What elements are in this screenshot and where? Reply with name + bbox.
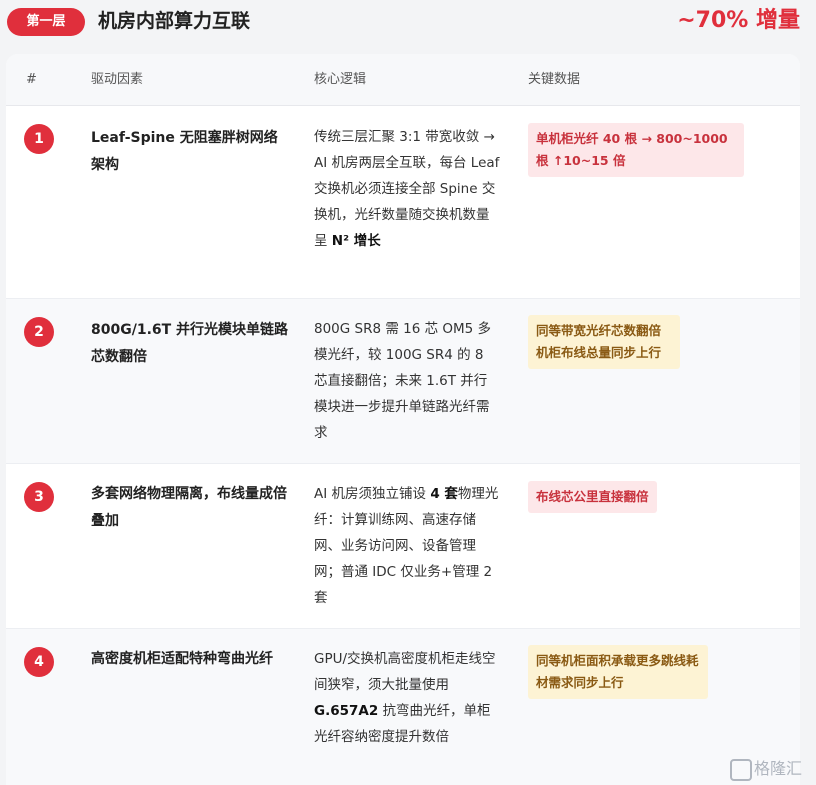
key-data-tag: 同等带宽光纤芯数翻倍 机柜布线总量同步上行 — [528, 315, 680, 369]
watermark-text: 格隆汇 — [754, 759, 803, 778]
section-title: 机房内部算力互联 — [98, 10, 251, 32]
driver-factor: 高密度机柜适配特种弯曲光纤 — [91, 651, 273, 667]
headline-stat: ~70% 增量 — [677, 8, 800, 33]
row-number-badge: 3 — [24, 482, 54, 512]
core-logic: GPU/交换机高密度机柜走线空间狭窄，须大批量使用 G.657A2 抗弯曲光纤，… — [314, 651, 496, 745]
table-row: 2 800G/1.6T 并行光模块单链路芯数翻倍 800G SR8 需 16 芯… — [6, 299, 800, 464]
column-header-index: # — [26, 72, 37, 87]
core-logic: 800G SR8 需 16 芯 OM5 多模光纤，较 100G SR4 的 8 … — [314, 321, 492, 441]
watermark: 格隆汇 — [730, 755, 802, 781]
table-row: 1 Leaf-Spine 无阻塞胖树网络架构 传统三层汇聚 3:1 带宽收敛 →… — [6, 106, 800, 299]
column-header-factor: 驱动因素 — [91, 72, 144, 87]
row-number-badge: 4 — [24, 647, 54, 677]
table-row: 3 多套网络物理隔离，布线量成倍叠加 AI 机房须独立铺设 4 套物理光纤：计算… — [6, 464, 800, 629]
section-header: 第一层 机房内部算力互联 ~70% 增量 — [0, 0, 816, 44]
core-logic: 传统三层汇聚 3:1 带宽收敛 → AI 机房两层全互联，每台 Leaf 交换机… — [314, 129, 500, 249]
key-data-tag: 同等机柜面积承载更多跳线耗材需求同步上行 — [528, 645, 708, 699]
drivers-table: # 驱动因素 核心逻辑 关键数据 1 Leaf-Spine 无阻塞胖树网络架构 … — [6, 54, 800, 785]
core-logic: AI 机房须独立铺设 4 套物理光纤：计算训练网、高速存储网、业务访问网、设备管… — [314, 486, 499, 606]
driver-factor: Leaf-Spine 无阻塞胖树网络架构 — [91, 130, 278, 173]
brand-logo-icon — [730, 758, 752, 781]
table-row: 4 高密度机柜适配特种弯曲光纤 GPU/交换机高密度机柜走线空间狭窄，须大批量使… — [6, 629, 800, 785]
column-header-logic: 核心逻辑 — [314, 72, 367, 87]
table-header: # 驱动因素 核心逻辑 关键数据 — [6, 54, 800, 106]
row-number-badge: 1 — [24, 124, 54, 154]
key-data-tag: 单机柜光纤 40 根 → 800~1000 根 ↑10~15 倍 — [528, 123, 744, 177]
column-header-data: 关键数据 — [528, 72, 581, 87]
key-data-tag: 布线芯公里直接翻倍 — [528, 481, 657, 513]
layer-badge: 第一层 — [7, 8, 85, 36]
driver-factor: 多套网络物理隔离，布线量成倍叠加 — [91, 486, 287, 529]
row-number-badge: 2 — [24, 317, 54, 347]
driver-factor: 800G/1.6T 并行光模块单链路芯数翻倍 — [91, 322, 289, 365]
